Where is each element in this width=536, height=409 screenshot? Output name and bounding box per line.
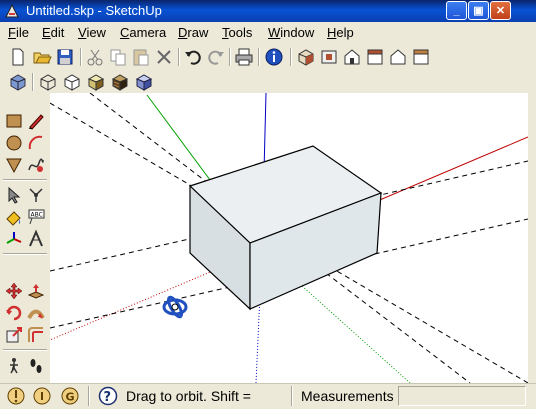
scale-icon[interactable]: [4, 325, 24, 345]
print-icon[interactable]: [234, 47, 254, 67]
circle-icon[interactable]: [4, 133, 24, 153]
walk-icon[interactable]: [4, 356, 24, 376]
component-icon[interactable]: [26, 185, 46, 205]
footprints-icon[interactable]: [26, 356, 46, 376]
rotate-icon[interactable]: [4, 303, 24, 323]
minimize-button[interactable]: _: [446, 1, 467, 20]
push-pull-icon[interactable]: [26, 281, 46, 301]
model-canvas[interactable]: [50, 93, 528, 383]
iso-view-icon[interactable]: [296, 47, 316, 67]
measurements-field[interactable]: [398, 386, 526, 406]
title-bar: Untitled.skp - SketchUp _ ▣ ✕: [0, 0, 536, 22]
credits-icon[interactable]: [32, 386, 52, 406]
menu-draw[interactable]: Draw: [178, 25, 208, 40]
shaded-icon[interactable]: [86, 72, 106, 92]
front-view-icon[interactable]: [342, 47, 362, 67]
standard-toolbar: [0, 44, 536, 70]
erase-icon[interactable]: [154, 47, 174, 67]
select-icon[interactable]: [4, 185, 24, 205]
shaded-texture-icon[interactable]: [110, 72, 130, 92]
measurements-label: Measurements: [301, 388, 394, 404]
redo-icon[interactable]: [206, 47, 226, 67]
paste-icon[interactable]: [131, 47, 151, 67]
menu-bar: File Edit View Camera Draw Tools Window …: [0, 22, 536, 44]
text-icon[interactable]: ABC: [26, 207, 46, 227]
model-viewport[interactable]: [50, 93, 528, 383]
follow-me-icon[interactable]: [26, 303, 46, 323]
status-bar: G ? Drag to orbit. Shift = Measurements: [0, 383, 536, 409]
svg-text:?: ?: [104, 390, 112, 405]
paint-bucket-icon[interactable]: [4, 207, 24, 227]
sketchup-app-icon[interactable]: [4, 3, 20, 19]
window-title: Untitled.skp - SketchUp: [26, 3, 162, 18]
arc-icon[interactable]: [26, 133, 46, 153]
undo-icon[interactable]: [183, 47, 203, 67]
menu-view[interactable]: View: [78, 25, 106, 40]
close-button[interactable]: ✕: [490, 1, 511, 20]
tools-toolbar: ABC: [0, 93, 50, 383]
menu-tools[interactable]: Tools: [222, 25, 252, 40]
model-info-icon[interactable]: [264, 47, 284, 67]
vertical-scrollbar[interactable]: [528, 93, 536, 408]
pencil-icon[interactable]: [26, 111, 46, 131]
menu-window[interactable]: Window: [268, 25, 314, 40]
orbit-cursor-icon: [162, 295, 188, 319]
dimension-icon[interactable]: [26, 229, 46, 249]
copy-icon[interactable]: [108, 47, 128, 67]
style-toolbar: [0, 69, 536, 93]
open-icon[interactable]: [32, 47, 52, 67]
hidden-line-icon[interactable]: [62, 72, 82, 92]
new-icon[interactable]: [8, 47, 28, 67]
top-view-icon[interactable]: [319, 47, 339, 67]
xray-icon[interactable]: [8, 72, 28, 92]
geo-location-icon[interactable]: [6, 386, 26, 406]
help-icon[interactable]: ?: [98, 386, 118, 406]
move-icon[interactable]: [4, 281, 24, 301]
wireframe-icon[interactable]: [38, 72, 58, 92]
svg-text:G: G: [66, 391, 75, 404]
offset-icon[interactable]: [26, 325, 46, 345]
maximize-button[interactable]: ▣: [468, 1, 489, 20]
back-view-icon[interactable]: [388, 47, 408, 67]
svg-text:ABC: ABC: [31, 212, 43, 219]
freehand-icon[interactable]: [26, 155, 46, 175]
monochrome-icon[interactable]: [134, 72, 154, 92]
left-view-icon[interactable]: [411, 47, 431, 67]
axes-icon[interactable]: [4, 229, 24, 249]
box-model[interactable]: [188, 145, 383, 311]
menu-camera[interactable]: Camera: [120, 25, 166, 40]
rectangle-icon[interactable]: [4, 111, 24, 131]
user-account-icon[interactable]: G: [60, 386, 80, 406]
menu-file[interactable]: File: [8, 25, 29, 40]
menu-help[interactable]: Help: [327, 25, 354, 40]
status-hint: Drag to orbit. Shift =: [126, 388, 251, 404]
cut-icon[interactable]: [85, 47, 105, 67]
right-view-icon[interactable]: [365, 47, 385, 67]
polygon-icon[interactable]: [4, 155, 24, 175]
save-icon[interactable]: [55, 47, 75, 67]
menu-edit[interactable]: Edit: [42, 25, 64, 40]
